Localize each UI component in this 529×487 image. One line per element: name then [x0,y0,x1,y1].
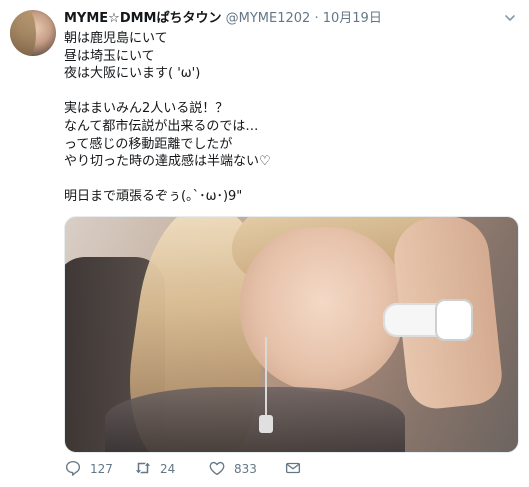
tweet-text-line: 朝は鹿児島にいて [64,31,168,46]
tweet-text-line: やり切った時の達成感は半端ない♡ [64,154,271,170]
photo-clothing [105,387,405,452]
tweet-text-line [64,171,509,189]
tweet-date[interactable]: 10月19日 [323,11,382,26]
tweet-text-line: 夜は大阪にいます( 'ω') [64,66,201,82]
direct-message-button[interactable] [284,458,302,480]
retweet-button[interactable]: 24 [134,458,175,480]
reply-button[interactable]: 127 [64,458,113,480]
tweet-text-line: 明日まで頑張るぞぅ(｡`･ω･)9" [64,189,243,205]
reply-count: 127 [90,462,113,476]
like-count: 833 [234,462,257,476]
tweet: MYME☆DMMぱちタウン @MYME1202 · 10月19日 朝は鹿児島にい… [0,0,529,487]
tweet-actions: 127 24 833 [64,458,464,480]
tweet-text-line: 実はまいみん2人いる説！？ [64,101,229,117]
heart-icon [208,459,226,480]
photo-necklace [265,337,267,417]
user-handle[interactable]: @MYME1202 [226,11,311,26]
like-button[interactable]: 833 [208,458,257,480]
tweet-photo[interactable] [64,216,519,453]
chevron-down-icon[interactable] [503,10,517,24]
avatar-hair [10,10,36,56]
photo-pendant [259,415,273,433]
tweet-text-line: 昼は埼玉にいて [64,48,155,64]
retweet-icon [134,459,152,480]
tweet-text-line [64,83,509,101]
separator-dot: · [314,11,319,26]
avatar[interactable] [10,10,56,56]
envelope-icon [284,459,302,480]
tweet-text: 朝は鹿児島にいて 昼は埼玉にいて 夜は大阪にいます( 'ω') 実はまいみん2人… [64,30,509,206]
photo-watch-face [435,299,473,341]
tweet-header: MYME☆DMMぱちタウン @MYME1202 · 10月19日 [64,10,489,28]
reply-icon [64,459,82,480]
display-name[interactable]: MYME☆DMMぱちタウン [64,11,222,26]
tweet-text-line: って感じの移動距離でしたが [64,136,233,152]
retweet-count: 24 [160,462,176,476]
tweet-text-line: なんて都市伝説が出来るのでは… [64,118,259,134]
